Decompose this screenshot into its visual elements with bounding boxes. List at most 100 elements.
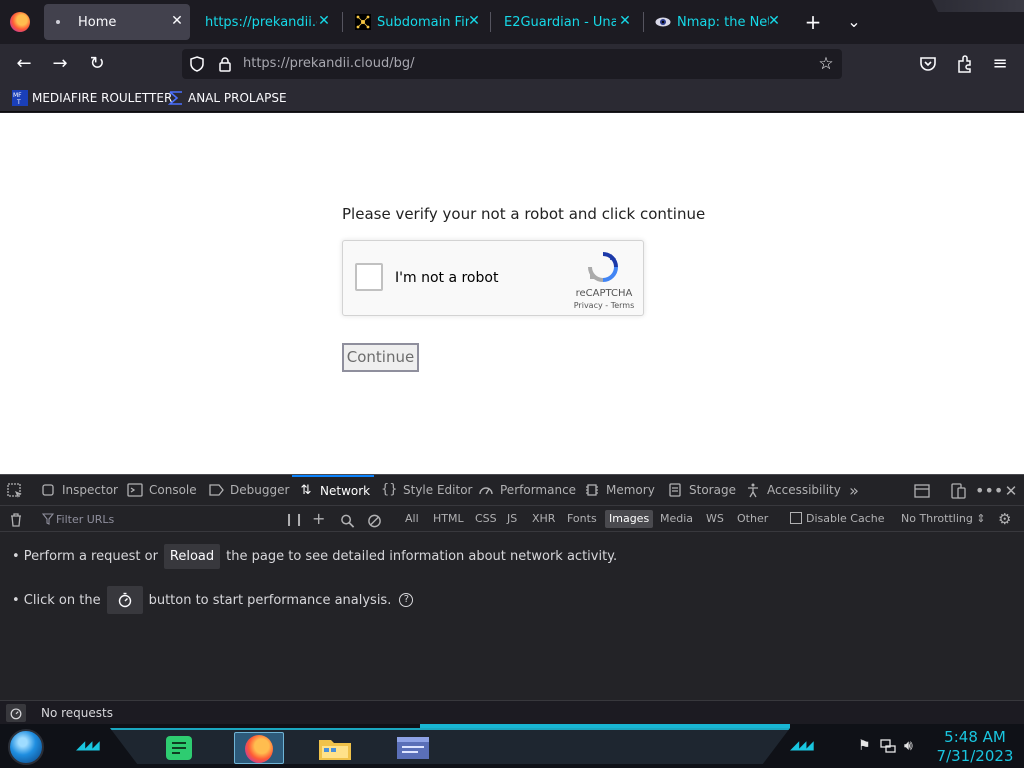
- filter-all[interactable]: All: [405, 510, 419, 528]
- storage-icon: [669, 483, 681, 497]
- help-icon[interactable]: ?: [399, 593, 414, 607]
- more-tools-chevron-icon[interactable]: »: [845, 482, 863, 500]
- disable-cache-checkbox[interactable]: [790, 512, 802, 524]
- filter-images[interactable]: Images: [605, 510, 654, 528]
- filter-urls-input[interactable]: [40, 509, 270, 529]
- performance-analysis-button[interactable]: [106, 586, 143, 614]
- pocket-icon[interactable]: [918, 54, 938, 74]
- taskbar-window-app[interactable]: [388, 732, 438, 764]
- reload-button[interactable]: Reload: [163, 544, 221, 569]
- inspector-icon: [42, 484, 54, 496]
- taskbar-file-explorer-app[interactable]: [311, 732, 361, 764]
- devtools-tab-style-editor[interactable]: {} Style Editor: [381, 475, 472, 505]
- close-devtools-icon[interactable]: ✕: [1002, 482, 1020, 500]
- svg-text:T: T: [16, 99, 21, 106]
- performance-stopwatch-icon[interactable]: [6, 704, 26, 722]
- search-icon[interactable]: [340, 512, 355, 530]
- filter-fonts[interactable]: Fonts: [567, 510, 597, 528]
- taskbar-chevrons-right: ◢◢◢: [790, 738, 814, 752]
- throttling-select[interactable]: No Throttling ⇕: [901, 510, 986, 528]
- more-options-icon[interactable]: •••: [975, 482, 1003, 500]
- navigation-toolbar: ← → ↻ https://prekandii.cloud/bg/ ☆ ≡: [0, 44, 1024, 84]
- tab-close-icon[interactable]: ✕: [618, 14, 632, 28]
- filter-css[interactable]: CSS: [475, 510, 497, 528]
- hint-text: • Click on the: [12, 592, 101, 608]
- devtools-tab-label: Storage: [689, 483, 736, 497]
- tab-subdomain-finder[interactable]: Subdomain Finde ✕: [347, 4, 487, 40]
- trash-icon[interactable]: [8, 511, 24, 529]
- firefox-taskbar-icon: [245, 735, 273, 763]
- devtools-tab-label: Debugger: [230, 483, 290, 497]
- taskbar-firefox-app[interactable]: [234, 732, 284, 764]
- recaptcha-logo-icon: [588, 252, 618, 282]
- volume-tray-icon[interactable]: 🔊︎: [904, 738, 913, 754]
- flag-tray-icon[interactable]: ⚑: [858, 738, 871, 754]
- tab-home[interactable]: Home ✕: [44, 4, 190, 40]
- devtools-toolbar: Inspector Console Debugger ⇅ Network {} …: [0, 474, 1024, 505]
- forward-icon[interactable]: →: [48, 52, 72, 76]
- clock-time[interactable]: 5:48 AM: [940, 728, 1010, 746]
- bookmarks-toolbar: MF T MEDIAFIRE ROULETTER ANAL PROLAPSE: [0, 84, 1024, 112]
- devtools-tab-accessibility[interactable]: Accessibility: [745, 475, 841, 505]
- devtools-tab-network[interactable]: ⇅ Network: [292, 475, 374, 505]
- recaptcha-privacy-terms[interactable]: Privacy - Terms: [569, 301, 639, 310]
- devtools-tab-memory[interactable]: Memory: [584, 475, 655, 505]
- network-tray-icon[interactable]: [880, 738, 896, 754]
- shield-icon[interactable]: [188, 55, 206, 73]
- dock-side-icon[interactable]: [913, 482, 931, 500]
- devtools-tab-storage[interactable]: Storage: [667, 475, 736, 505]
- start-button[interactable]: [8, 729, 44, 765]
- tab-close-icon[interactable]: ✕: [767, 14, 781, 28]
- devtools-tab-inspector[interactable]: Inspector: [40, 475, 118, 505]
- url-bar[interactable]: https://prekandii.cloud/bg/ ☆: [182, 49, 842, 79]
- tab-nmap[interactable]: Nmap: the Netw ✕: [647, 4, 787, 40]
- network-arrows-icon: ⇅: [300, 483, 312, 498]
- devtools-tab-debugger[interactable]: Debugger: [208, 475, 289, 505]
- bookmark-star-icon[interactable]: ☆: [814, 52, 838, 76]
- tab-close-icon[interactable]: ✕: [467, 14, 481, 28]
- firefox-icon[interactable]: [10, 12, 30, 32]
- add-request-icon[interactable]: +: [312, 510, 325, 528]
- filter-js[interactable]: JS: [507, 510, 517, 528]
- url-text[interactable]: https://prekandii.cloud/bg/: [243, 56, 415, 71]
- filter-xhr[interactable]: XHR: [532, 510, 555, 528]
- tab-close-icon[interactable]: ✕: [170, 14, 184, 28]
- responsive-design-icon[interactable]: [949, 482, 967, 500]
- devtools-tab-console[interactable]: Console: [127, 475, 197, 505]
- tab-label: https://prekandii.clou: [205, 14, 317, 30]
- title-decoration: [932, 0, 1024, 12]
- menu-icon[interactable]: ≡: [988, 52, 1012, 76]
- tab-close-icon[interactable]: ✕: [317, 14, 331, 28]
- extensions-icon[interactable]: [955, 54, 975, 74]
- tab-e2guardian[interactable]: E2Guardian - Unable ✕: [496, 4, 638, 40]
- new-tab-icon[interactable]: +: [801, 10, 825, 34]
- taskbar-notes-app[interactable]: [158, 732, 208, 764]
- mediafire-icon: MF T: [12, 90, 28, 106]
- tab-prekandii[interactable]: https://prekandii.clou ✕: [197, 4, 337, 40]
- taskbar-chevrons-left: ◢◢◢: [76, 738, 100, 752]
- disable-cache-toggle[interactable]: Disable Cache: [790, 510, 885, 528]
- bookmark-sigma[interactable]: ANAL PROLAPSE: [168, 89, 287, 107]
- network-filter-bar: ❙❙ + All HTML CSS JS XHR Fonts Images Me…: [0, 505, 1024, 532]
- list-all-tabs-icon[interactable]: ⌄: [842, 10, 866, 34]
- page-content: Please verify your not a robot and click…: [0, 113, 1024, 474]
- filter-other[interactable]: Other: [737, 510, 768, 528]
- back-icon[interactable]: ←: [12, 52, 36, 76]
- recaptcha-checkbox[interactable]: [355, 263, 383, 291]
- element-picker-icon[interactable]: [6, 482, 24, 500]
- filter-media[interactable]: Media: [660, 510, 693, 528]
- block-icon[interactable]: [367, 512, 382, 530]
- recaptcha-widget: I'm not a robot reCAPTCHA Privacy - Term…: [342, 240, 644, 316]
- bookmark-mediafire[interactable]: MF T MEDIAFIRE ROULETTER: [12, 89, 172, 107]
- tab-dot-icon: [56, 20, 60, 24]
- filter-html[interactable]: HTML: [433, 510, 464, 528]
- pause-icon[interactable]: ❙❙: [284, 510, 304, 528]
- devtools-tab-label: Console: [149, 483, 197, 497]
- continue-button[interactable]: Continue: [342, 343, 419, 372]
- lock-icon[interactable]: [216, 55, 234, 73]
- settings-gear-icon[interactable]: ⚙: [998, 510, 1011, 528]
- filter-ws[interactable]: WS: [706, 510, 724, 528]
- clock-date[interactable]: 7/31/2023: [930, 747, 1020, 765]
- reload-icon[interactable]: ↻: [85, 52, 109, 76]
- devtools-tab-performance[interactable]: Performance: [478, 475, 576, 505]
